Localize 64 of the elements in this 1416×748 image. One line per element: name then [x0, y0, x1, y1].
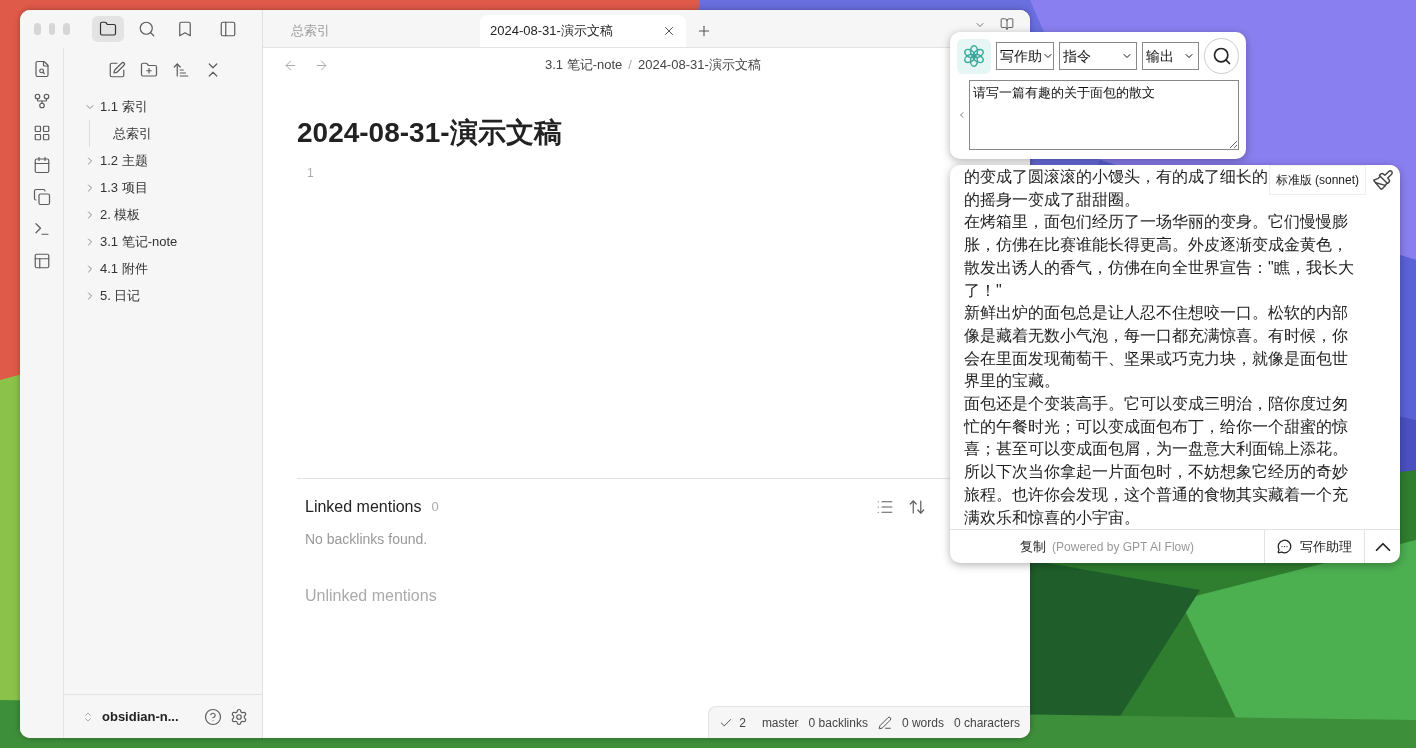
- folder-item[interactable]: 1.1 索引: [100, 96, 148, 117]
- model-label[interactable]: 标准版 (sonnet): [1268, 165, 1366, 195]
- output-paragraph: 的摇身一变成了甜甜圈。: [964, 189, 1140, 210]
- calendar-icon[interactable]: [32, 156, 51, 174]
- vault-name[interactable]: obsidian-n...: [102, 706, 196, 727]
- output-paragraph: 的变成了圆滚滚的小馒头，有的成了细长的: [964, 167, 1268, 187]
- branch-name[interactable]: master: [761, 713, 799, 732]
- files-tab-button[interactable]: [92, 16, 124, 42]
- folder-item[interactable]: 5. 日记: [100, 285, 141, 306]
- brush-icon[interactable]: [1372, 169, 1394, 191]
- breadcrumb-separator: /: [628, 56, 632, 75]
- dropdown[interactable]: 写作助: [995, 42, 1054, 70]
- sync-count[interactable]: 2: [739, 713, 746, 732]
- sidebar-toggle-icon[interactable]: [219, 20, 237, 38]
- line-number: 1: [307, 165, 314, 182]
- copy-button[interactable]: 复制 (Powered by GPT AI Flow): [950, 530, 1265, 563]
- folder-icon: [99, 20, 117, 38]
- grid-icon[interactable]: [32, 124, 51, 142]
- folder-item[interactable]: 4.1 附件: [100, 258, 148, 279]
- output-paragraph: 新鲜出炉的面包总是让人忍不住想咬一口。松软的内部像是藏着无数小气泡，每一口都充满惊喜。有时候，你会在里面发现葡萄干、坚果或巧克力块，就像是面包世界里的宝藏。: [964, 303, 1349, 392]
- breadcrumb-link[interactable]: 3.1 笔记-note: [545, 55, 623, 75]
- close-icon[interactable]: [662, 24, 676, 38]
- expand-icon[interactable]: [908, 498, 926, 516]
- copy-icon[interactable]: [32, 188, 51, 206]
- vault-switch-icon[interactable]: [82, 710, 94, 723]
- assistant-button[interactable]: 写作助理: [1265, 530, 1365, 563]
- folder-item[interactable]: 1.2 主题: [100, 150, 148, 171]
- terminal-icon[interactable]: [32, 220, 51, 238]
- reading-view-icon[interactable]: [1000, 17, 1014, 31]
- output-paragraph: 面包还是个变装高手。它可以变成三明治，陪你度过匆忙的午餐时光；可以变成面包布丁，给你一个甜蜜的惊喜；甚至可以变成面包屑，为一盘意大利面锦上添花。: [964, 394, 1349, 460]
- graph-icon[interactable]: [32, 92, 51, 110]
- sort-icon[interactable]: [172, 61, 190, 79]
- output-paragraph: 所以下次当你拿起一片面包时，不妨想象它经历的奇妙旅程。也许你会发现，这个普通的食物其实藏着一个充满欢乐和惊喜的小宇宙。: [964, 462, 1349, 528]
- settings-icon[interactable]: [230, 707, 248, 726]
- prompt-input[interactable]: 请写一篇有趣的关于面包的散文: [968, 80, 1239, 150]
- new-tab-icon[interactable]: [696, 23, 712, 39]
- section-heading: Unlinked mentions: [305, 586, 437, 606]
- edit-icon[interactable]: [877, 715, 892, 730]
- dropdown[interactable]: 输出: [1141, 42, 1200, 70]
- folder-item[interactable]: 3.1 笔记-note: [100, 231, 178, 252]
- bookmark-icon[interactable]: [176, 20, 194, 38]
- breadcrumb-current: 2024-08-31-演示文稿: [637, 56, 761, 75]
- chat-bubble-icon: [1277, 539, 1292, 555]
- mentions-count: 0: [431, 498, 439, 517]
- section-heading: Linked mentions: [305, 497, 422, 517]
- backlinks-count[interactable]: 0 backlinks: [808, 713, 868, 732]
- tab[interactable]: 2024-08-31-演示文稿: [480, 15, 686, 47]
- new-note-icon[interactable]: [108, 61, 126, 79]
- folder-item[interactable]: 2. 模板: [100, 204, 141, 225]
- file-search-icon[interactable]: [32, 60, 51, 78]
- note-title: 2024-08-31-演示文稿: [297, 116, 562, 150]
- search-icon[interactable]: [138, 20, 156, 38]
- help-icon[interactable]: [204, 707, 222, 726]
- character-count: 0 characters: [953, 714, 1020, 732]
- search-icon: [1211, 46, 1232, 66]
- new-folder-icon[interactable]: [140, 61, 158, 79]
- file-item[interactable]: 总索引: [113, 120, 262, 147]
- folder-item[interactable]: 1.3 项目: [100, 177, 148, 198]
- empty-message: No backlinks found.: [305, 530, 428, 549]
- list-icon[interactable]: [876, 498, 894, 516]
- dropdown[interactable]: 指令: [1058, 42, 1137, 70]
- output-paragraph: 在烤箱里，面包们经历了一场华丽的变身。它们慢慢膨胀，仿佛在比赛谁能长得更高。外皮逐渐变成金黄色，散发出诱人的香气，仿佛在向全世界宣告："瞧，我长大了！": [964, 212, 1355, 301]
- layout-icon[interactable]: [32, 252, 51, 270]
- word-count: 0 words: [901, 714, 944, 732]
